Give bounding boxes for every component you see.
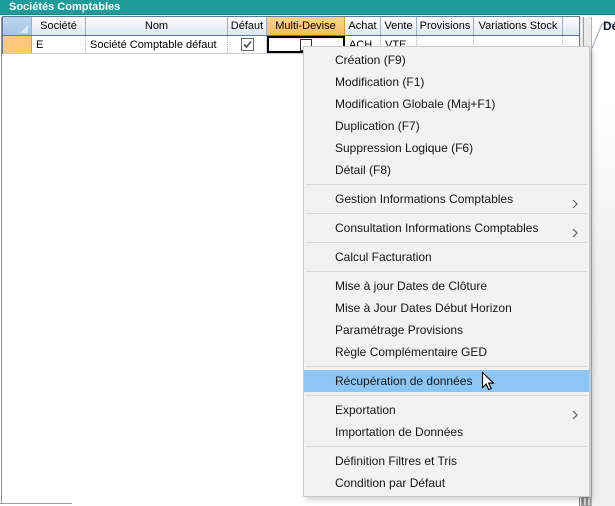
menu-separator: [306, 366, 587, 367]
column-header-label: Nom: [145, 20, 168, 32]
column-header-label: Multi-Devise: [275, 20, 336, 32]
column-header-vente[interactable]: Vente: [381, 17, 417, 35]
checkbox-checked-icon: [241, 38, 254, 51]
menu-item-creation-f9[interactable]: Création (F9): [304, 49, 589, 71]
scrollbar-bottom-grip[interactable]: [581, 497, 591, 506]
submenu-arrow-icon: [572, 223, 578, 239]
menu-item-modification-f1[interactable]: Modification (F1): [304, 71, 589, 93]
menu-item-definition-filtres-et-tris[interactable]: Définition Filtres et Tris: [304, 450, 589, 472]
menu-item-regle-complementaire-ged[interactable]: Règle Complémentaire GED: [304, 341, 589, 363]
column-header-achat[interactable]: Achat: [345, 17, 381, 35]
menu-separator: [306, 242, 587, 243]
menu-item-label: Consultation Informations Comptables: [335, 221, 538, 235]
menu-item-label: Modification Globale (Maj+F1): [335, 97, 495, 111]
menu-item-mise-a-jour-dates-de-cloture[interactable]: Mise à jour Dates de Clôture: [304, 275, 589, 297]
window-left-border: [1, 17, 2, 503]
menu-item-suppression-logique-f6[interactable]: Suppression Logique (F6): [304, 137, 589, 159]
menu-item-importation-de-donnees[interactable]: Importation de Données: [304, 421, 589, 443]
mouse-cursor-icon: [481, 371, 495, 392]
menu-item-label: Suppression Logique (F6): [335, 141, 473, 155]
corner-triangle-icon: [20, 25, 28, 33]
submenu-arrow-icon: [572, 405, 578, 421]
menu-item-label: Mise à Jour Dates Début Horizon: [335, 301, 512, 315]
column-header-label: Défaut: [231, 20, 263, 32]
menu-item-label: Condition par Défaut: [335, 476, 445, 490]
menu-item-label: Duplication (F7): [335, 119, 420, 133]
cell-defaut-checkbox[interactable]: [228, 36, 267, 53]
column-header-nom[interactable]: Nom: [86, 17, 228, 35]
column-header-label: Provisions: [420, 20, 471, 32]
menu-item-label: Définition Filtres et Tris: [335, 454, 457, 468]
menu-item-consultation-informations-comptables[interactable]: Consultation Informations Comptables: [304, 217, 589, 239]
column-header-label: Vente: [384, 20, 412, 32]
menu-separator: [306, 271, 587, 272]
menu-item-detail-f8[interactable]: Détail (F8): [304, 159, 589, 181]
menu-item-condition-par-defaut[interactable]: Condition par Défaut: [304, 472, 589, 494]
row-selector-cell[interactable]: [3, 36, 32, 53]
column-header-provisions[interactable]: Provisions: [417, 17, 474, 35]
column-header-societe[interactable]: Société: [32, 17, 86, 35]
right-panel: [592, 16, 615, 506]
menu-item-label: Création (F9): [335, 53, 406, 67]
menu-separator: [306, 395, 587, 396]
column-header-multi-devise[interactable]: Multi-Devise: [267, 17, 345, 35]
menu-item-recuperation-de-donnees[interactable]: Récupération de données: [304, 370, 589, 392]
menu-item-duplication-f7[interactable]: Duplication (F7): [304, 115, 589, 137]
menu-item-label: Paramétrage Provisions: [335, 323, 463, 337]
menu-item-label: Modification (F1): [335, 75, 424, 89]
menu-item-gestion-informations-comptables[interactable]: Gestion Informations Comptables: [304, 188, 589, 210]
app-window: Sociétés Comptables Dé Société Nom Défaut M…: [0, 0, 615, 506]
context-menu: Création (F9) Modification (F1) Modificati…: [303, 46, 590, 497]
menu-item-label: Calcul Facturation: [335, 250, 432, 264]
table-cell[interactable]: Société Comptable défaut: [86, 36, 228, 53]
table-header-filler: [563, 17, 579, 35]
menu-item-exportation[interactable]: Exportation: [304, 399, 589, 421]
menu-item-label: Détail (F8): [335, 163, 391, 177]
column-header-label: Société: [40, 20, 77, 32]
menu-item-parametrage-provisions[interactable]: Paramétrage Provisions: [304, 319, 589, 341]
menu-item-label: Récupération de données: [335, 374, 472, 388]
menu-item-calcul-facturation[interactable]: Calcul Facturation: [304, 246, 589, 268]
menu-separator: [306, 184, 587, 185]
window-title-bar: Sociétés Comptables: [0, 0, 615, 15]
menu-item-label: Règle Complémentaire GED: [335, 345, 487, 359]
menu-item-label: Importation de Données: [335, 425, 463, 439]
menu-separator: [306, 213, 587, 214]
submenu-arrow-icon: [572, 194, 578, 210]
tab-de[interactable]: Dé: [603, 19, 615, 33]
table-cell[interactable]: E: [32, 36, 86, 53]
menu-separator: [306, 446, 587, 447]
column-header-label: Achat: [348, 20, 376, 32]
column-header-label: Variations Stock: [479, 20, 558, 32]
menu-item-modification-globale-maj-f1[interactable]: Modification Globale (Maj+F1): [304, 93, 589, 115]
column-header-variations-stock[interactable]: Variations Stock: [474, 17, 563, 35]
column-header-defaut[interactable]: Défaut: [228, 17, 267, 35]
menu-item-label: Exportation: [335, 403, 396, 417]
window-title: Sociétés Comptables: [9, 1, 120, 13]
table-header-row: Société Nom Défaut Multi-Devise Achat Vente Pr…: [3, 17, 579, 36]
window-bottom-border: [0, 503, 72, 504]
table-corner-cell: [3, 17, 32, 35]
menu-item-mise-a-jour-dates-debut-horizon[interactable]: Mise à Jour Dates Début Horizon: [304, 297, 589, 319]
menu-item-label: Mise à jour Dates de Clôture: [335, 279, 487, 293]
menu-item-label: Gestion Informations Comptables: [335, 192, 513, 206]
